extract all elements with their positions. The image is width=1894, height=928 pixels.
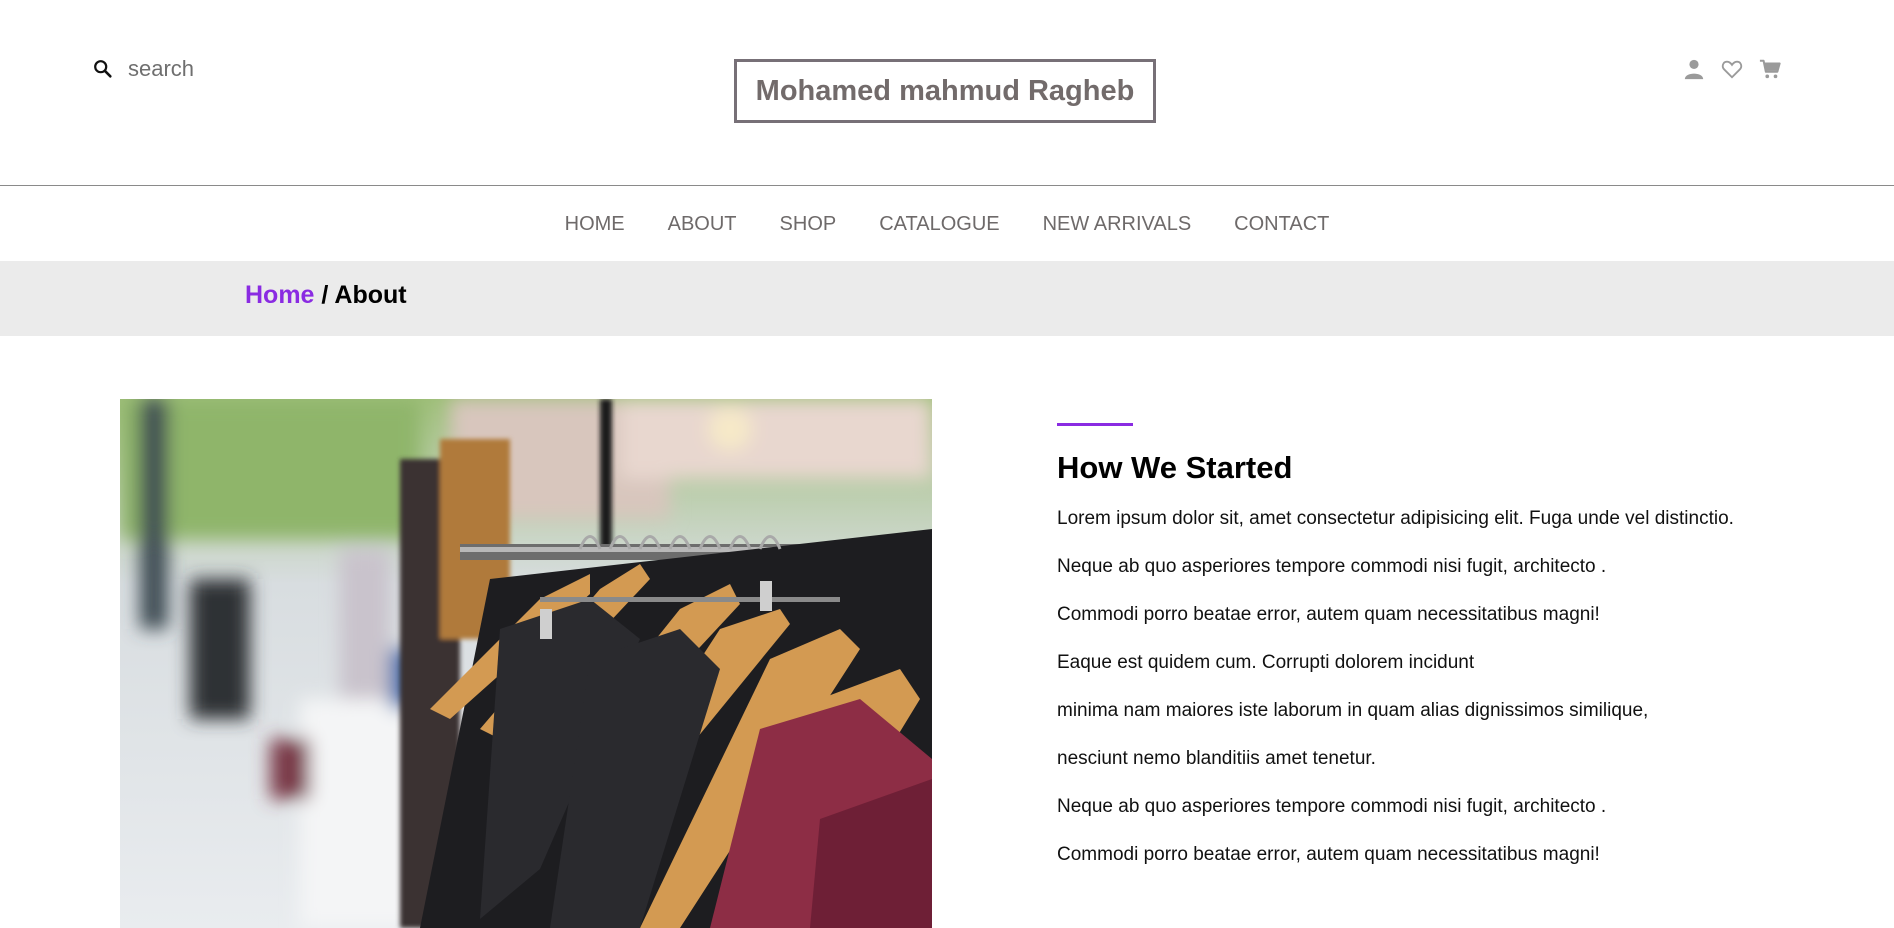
nav-item-home[interactable]: HOME: [565, 213, 625, 236]
breadcrumb-current: About: [334, 281, 407, 309]
search-bar: [92, 56, 328, 82]
main-nav: HOME ABOUT SHOP CATALOGUE NEW ARRIVALS C…: [0, 187, 1894, 261]
user-icon[interactable]: [1683, 58, 1705, 80]
about-paragraph: Commodi porro beatae error, autem quam n…: [1057, 844, 1600, 865]
about-paragraph: Commodi porro beatae error, autem quam n…: [1057, 604, 1600, 625]
about-paragraph: Neque ab quo asperiores tempore commodi …: [1057, 796, 1607, 817]
about-paragraph: Neque ab quo asperiores tempore commodi …: [1057, 556, 1607, 577]
breadcrumb-home-link[interactable]: Home: [245, 281, 314, 309]
nav-item-contact[interactable]: CONTACT: [1234, 213, 1329, 236]
search-icon[interactable]: [92, 58, 114, 80]
brand-name: Mohamed mahmud Ragheb: [755, 74, 1135, 107]
about-paragraph: nesciunt nemo blanditiis amet tenetur.: [1057, 748, 1376, 769]
about-title: How We Started: [1057, 450, 1293, 485]
nav-item-catalogue[interactable]: CATALOGUE: [879, 213, 999, 236]
clothing-rack-image: [120, 399, 932, 928]
breadcrumb: Home / About: [245, 281, 407, 310]
breadcrumb-separator: /: [314, 281, 335, 309]
heart-icon[interactable]: [1721, 58, 1743, 80]
search-input[interactable]: [128, 56, 328, 82]
nav-item-new-arrivals[interactable]: NEW ARRIVALS: [1043, 213, 1192, 236]
nav-item-shop[interactable]: SHOP: [780, 213, 837, 236]
site-header: Mohamed mahmud Ragheb: [0, 0, 1894, 186]
about-section: How We Started Lorem ipsum dolor sit, am…: [1057, 423, 1857, 879]
header-icons: [1683, 58, 1797, 80]
breadcrumb-bar: Home / About: [0, 261, 1894, 336]
about-paragraph: minima nam maiores iste laborum in quam …: [1057, 700, 1649, 721]
about-paragraph: Eaque est quidem cum. Corrupti dolorem i…: [1057, 652, 1475, 673]
cart-icon[interactable]: [1759, 58, 1781, 80]
brand-logo[interactable]: Mohamed mahmud Ragheb: [734, 59, 1156, 123]
nav-item-about[interactable]: ABOUT: [668, 213, 737, 236]
about-body: Lorem ipsum dolor sit, amet consectetur …: [1057, 495, 1857, 879]
accent-divider: [1057, 423, 1133, 426]
about-paragraph: Lorem ipsum dolor sit, amet consectetur …: [1057, 508, 1734, 529]
